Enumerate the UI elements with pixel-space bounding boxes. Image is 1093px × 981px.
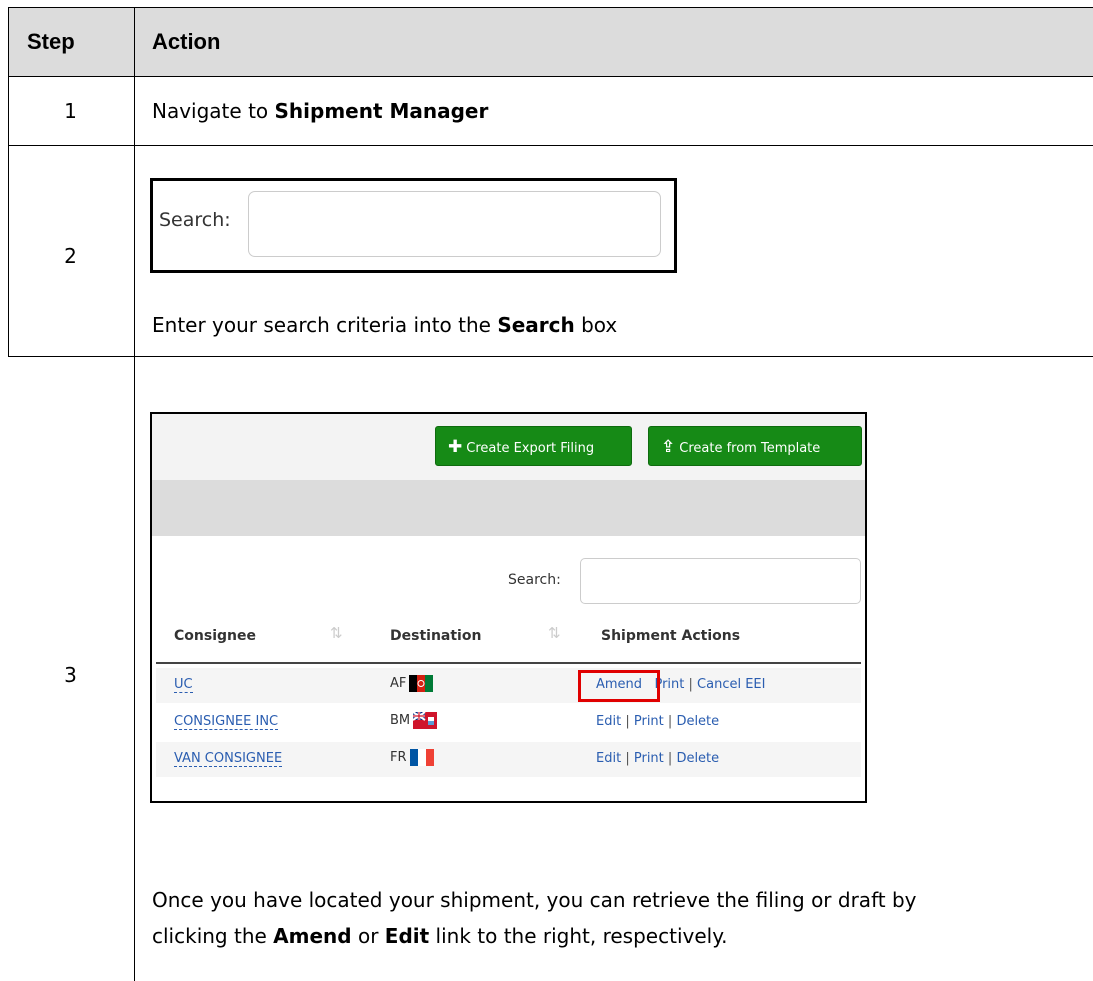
search-screenshot: Search: (150, 178, 677, 273)
sort-icon[interactable]: ⇅ (548, 624, 561, 642)
consignee-link[interactable]: VAN CONSIGNEE (174, 751, 283, 767)
instruction-table: Step Action 1 Navigate to Shipment Manag… (0, 0, 1093, 981)
delete-link[interactable]: Delete (676, 751, 719, 766)
column-destination[interactable]: Destination (390, 628, 481, 644)
create-from-template-button[interactable]: ⇪ Create from Template (648, 426, 862, 466)
consignee-link[interactable]: CONSIGNEE INC (174, 714, 279, 730)
bermuda-flag-icon (413, 712, 438, 729)
header-divider (156, 662, 861, 664)
table-border (8, 76, 1093, 77)
table-border (8, 356, 1093, 357)
column-shipment-actions: Shipment Actions (601, 628, 741, 644)
plus-icon: ✚ (448, 437, 463, 457)
cancel-eei-link[interactable]: Cancel EEI (697, 677, 765, 692)
step-number-3: 3 (64, 663, 77, 687)
print-link[interactable]: Print (634, 714, 664, 729)
destination-cell: FR (390, 749, 434, 766)
france-flag-icon (409, 749, 434, 766)
search-input[interactable] (248, 191, 661, 257)
column-consignee[interactable]: Consignee (174, 628, 256, 644)
consignee-link[interactable]: UC (174, 677, 193, 693)
gray-band (152, 480, 865, 536)
create-export-filing-button[interactable]: ✚ Create Export Filing (435, 426, 632, 466)
step-number-1: 1 (64, 99, 77, 123)
step-3-text-line2: clicking the Amend or Edit link to the r… (152, 924, 728, 948)
table-border-top (8, 7, 1093, 8)
upload-icon: ⇪ (661, 437, 676, 457)
step-2-text: Enter your search criteria into the Sear… (152, 313, 618, 337)
app-search-input[interactable] (580, 558, 861, 604)
edit-link[interactable]: Edit (596, 714, 621, 729)
table-column-divider (134, 7, 135, 981)
table-border (8, 145, 1093, 146)
destination-cell: AF (390, 675, 434, 692)
step-1-text: Navigate to Shipment Manager (152, 99, 489, 123)
table-row: CONSIGNEE INC BM Edit | Print | Delete (156, 705, 861, 740)
destination-cell: BM (390, 712, 438, 729)
step-3-text-line1: Once you have located your shipment, you… (152, 888, 917, 912)
shipment-actions: Edit | Print | Delete (596, 714, 720, 729)
header-action: Action (152, 29, 221, 54)
table-row: UC AF Amend Print | Cancel EEI (156, 668, 861, 703)
afghanistan-flag-icon (409, 675, 434, 692)
table-row: VAN CONSIGNEE FR Edit | Print | Delete (156, 742, 861, 777)
shipment-manager-screenshot: ✚ Create Export Filing ⇪ Create from Templ… (150, 412, 867, 803)
header-step: Step (27, 29, 75, 54)
shipment-actions: Edit | Print | Delete (596, 751, 720, 766)
sort-icon[interactable]: ⇅ (330, 624, 343, 642)
app-search-label: Search: (508, 572, 561, 588)
step-number-2: 2 (64, 244, 77, 268)
print-link[interactable]: Print (634, 751, 664, 766)
search-label: Search: (159, 209, 231, 231)
edit-link[interactable]: Edit (596, 751, 621, 766)
delete-link[interactable]: Delete (676, 714, 719, 729)
table-border-left (8, 7, 9, 356)
amend-highlight (578, 670, 660, 702)
